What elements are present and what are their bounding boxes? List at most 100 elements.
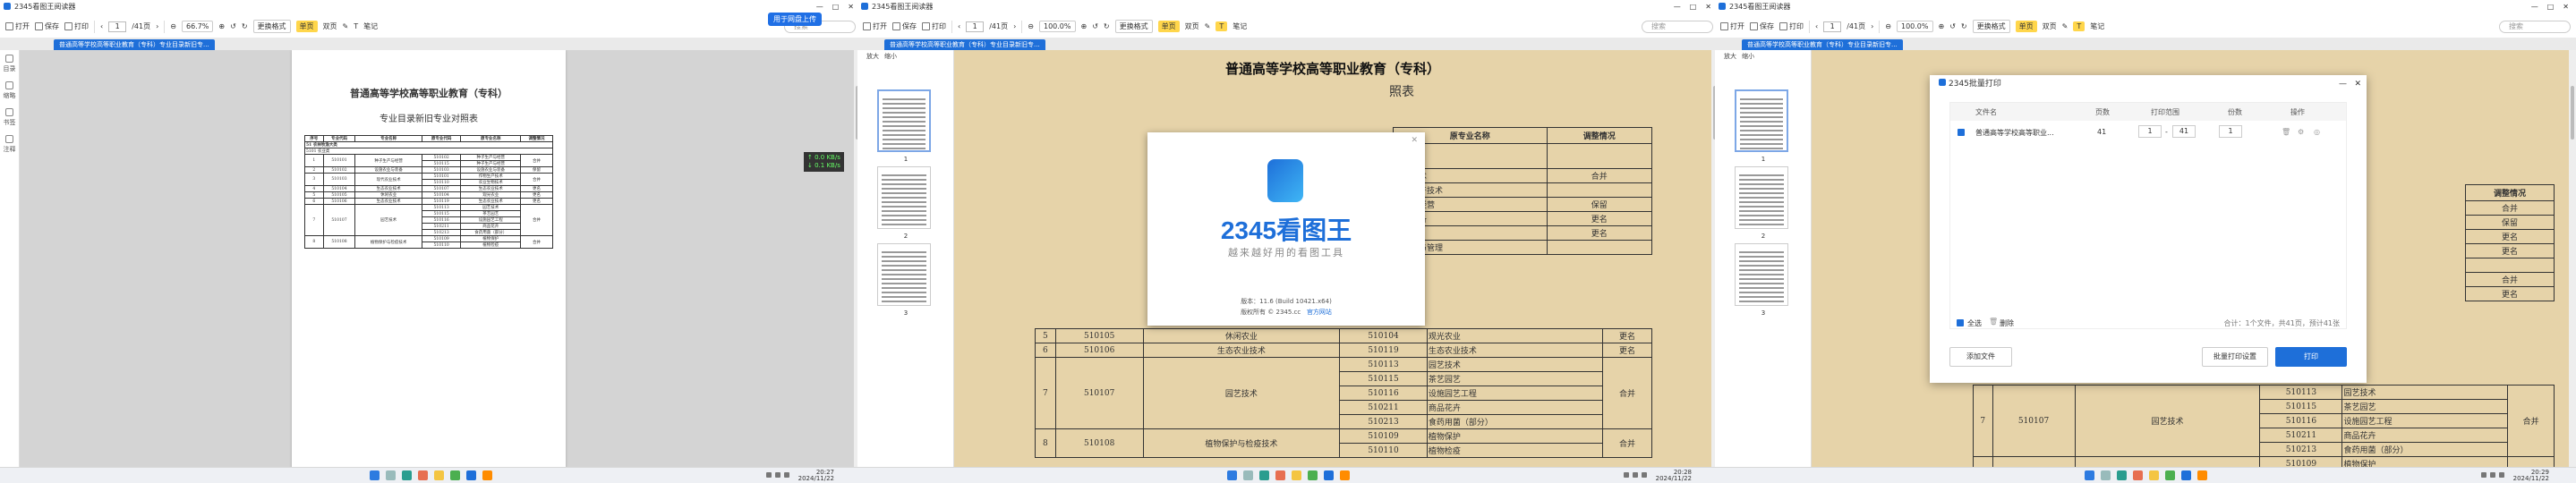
start-icon[interactable]: [1226, 470, 1237, 480]
tray-icon[interactable]: [784, 472, 789, 478]
thumbnail-page[interactable]: [877, 89, 931, 152]
file-checkbox[interactable]: [1958, 129, 1965, 136]
minimize-button[interactable]: —: [2531, 3, 2538, 11]
enlarge-button[interactable]: 放大: [866, 52, 879, 61]
app-icon[interactable]: [1323, 470, 1334, 480]
zoom-select[interactable]: 66.7%: [181, 21, 214, 32]
tray-icon[interactable]: [2499, 472, 2504, 478]
print-button[interactable]: 打印: [1779, 21, 1804, 31]
maximize-button[interactable]: □: [2547, 3, 2555, 11]
zoom-out-button[interactable]: ⊖: [1028, 22, 1034, 30]
highlight-pen-icon[interactable]: ✎: [1205, 22, 1211, 30]
zoom-out-button[interactable]: ⊖: [170, 22, 176, 30]
document-tab[interactable]: 普通高等学校高等职业教育（专科）专业目录新旧专...: [884, 39, 1045, 50]
rotate-left-icon[interactable]: ↺: [230, 22, 236, 30]
clock[interactable]: 20:29 2024/11/22: [2513, 470, 2549, 482]
app-icon[interactable]: [2196, 470, 2207, 480]
website-link[interactable]: 官方网站: [1307, 309, 1332, 316]
folder-icon[interactable]: [433, 470, 444, 480]
maximize-button[interactable]: □: [1690, 3, 1697, 11]
prev-page-button[interactable]: ‹: [100, 22, 103, 30]
save-button[interactable]: 保存: [35, 21, 59, 31]
trash-icon[interactable]: 🗑: [2282, 128, 2290, 136]
text-tool-icon[interactable]: T: [1215, 21, 1228, 31]
rotate-right-icon[interactable]: ↻: [1104, 22, 1110, 30]
open-button[interactable]: 打开: [863, 21, 887, 31]
tray-icon[interactable]: [1642, 472, 1647, 478]
tray-icon[interactable]: [775, 472, 780, 478]
page-input[interactable]: 1: [1823, 21, 1842, 32]
trash-icon[interactable]: 🗑: [1989, 318, 1998, 326]
rotate-left-icon[interactable]: ↺: [1092, 22, 1098, 30]
next-page-button[interactable]: ›: [1871, 22, 1873, 30]
rotate-right-icon[interactable]: ↻: [1961, 22, 1967, 30]
double-page-button[interactable]: 双页: [2043, 21, 2057, 31]
app-icon[interactable]: [449, 470, 460, 480]
tray-icon[interactable]: [2481, 472, 2486, 478]
note-button[interactable]: 笔记: [363, 21, 378, 31]
upload-button[interactable]: 用于网盘上传: [768, 13, 822, 26]
start-icon[interactable]: [2084, 470, 2094, 480]
prev-page-button[interactable]: ‹: [958, 22, 960, 30]
zoom-select[interactable]: 100.0%: [1038, 21, 1076, 32]
edge-icon[interactable]: [2116, 470, 2127, 480]
search-icon[interactable]: [1242, 470, 1253, 480]
page-input[interactable]: 1: [966, 21, 985, 32]
batch-settings-button[interactable]: 批量打印设置: [2202, 347, 2268, 367]
note-button[interactable]: 笔记: [1233, 21, 1247, 31]
open-button[interactable]: 打开: [5, 21, 30, 31]
next-page-button[interactable]: ›: [156, 22, 158, 30]
print-confirm-button[interactable]: 打印: [2275, 347, 2347, 367]
close-button[interactable]: ✕: [1705, 3, 1711, 11]
chrome-icon[interactable]: [417, 470, 428, 480]
highlight-pen-icon[interactable]: ✎: [343, 22, 349, 30]
minimize-button[interactable]: —: [2339, 75, 2347, 93]
preview-icon[interactable]: ◎: [2314, 128, 2320, 136]
settings-icon[interactable]: ⚙: [2298, 128, 2304, 136]
sidebar-item-toc[interactable]: 目录: [0, 50, 19, 77]
edge-icon[interactable]: [1258, 470, 1269, 480]
clock[interactable]: 20:27 2024/11/22: [798, 470, 834, 482]
edge-icon[interactable]: [401, 470, 412, 480]
app-icon[interactable]: [2180, 470, 2191, 480]
app-icon[interactable]: [1307, 470, 1318, 480]
document-tab[interactable]: 普通高等学校高等职业教育（专科）专业目录新旧专...: [54, 39, 215, 50]
rotate-right-icon[interactable]: ↻: [242, 22, 248, 30]
zoom-select[interactable]: 100.0%: [1896, 21, 1933, 32]
save-button[interactable]: 保存: [1750, 21, 1774, 31]
close-icon[interactable]: ✕: [1411, 136, 1418, 145]
scroll-thumb[interactable]: [2571, 86, 2574, 140]
delete-label[interactable]: 删除: [2000, 318, 2014, 328]
tray-icon[interactable]: [1633, 472, 1638, 478]
app-icon[interactable]: [2164, 470, 2175, 480]
thumbnail-page[interactable]: [1735, 89, 1788, 152]
zoom-in-button[interactable]: ⊕: [218, 22, 225, 30]
text-tool-icon[interactable]: T: [2073, 21, 2086, 31]
thumbnail-page[interactable]: [877, 243, 931, 306]
copies-input[interactable]: 1: [2219, 125, 2242, 138]
close-button[interactable]: ✕: [2563, 3, 2569, 11]
more-tools-dropdown[interactable]: 更换格式: [252, 20, 291, 33]
thumbnail-page[interactable]: [877, 166, 931, 229]
enlarge-button[interactable]: 放大: [1724, 52, 1736, 61]
page-input[interactable]: 1: [108, 21, 127, 32]
range-to-input[interactable]: 41: [2172, 125, 2196, 138]
zoom-out-button[interactable]: ⊖: [1885, 22, 1891, 30]
search-icon[interactable]: [385, 470, 396, 480]
maximize-button[interactable]: □: [832, 3, 840, 11]
minimize-button[interactable]: —: [816, 3, 823, 11]
print-button[interactable]: 打印: [922, 21, 946, 31]
tray-icon[interactable]: [766, 472, 772, 478]
minimize-button[interactable]: —: [1674, 3, 1681, 11]
zoom-in-button[interactable]: ⊕: [1081, 22, 1088, 30]
app-icon[interactable]: [465, 470, 476, 480]
folder-icon[interactable]: [1291, 470, 1301, 480]
tray-icon[interactable]: [2490, 472, 2495, 478]
single-page-button[interactable]: 单页: [2015, 21, 2037, 32]
vertical-scrollbar[interactable]: [2569, 50, 2576, 467]
sidebar-item-notes[interactable]: 注释: [0, 131, 19, 157]
shrink-button[interactable]: 缩小: [884, 52, 897, 61]
zoom-in-button[interactable]: ⊕: [1939, 22, 1945, 30]
close-button[interactable]: ✕: [2354, 75, 2361, 93]
next-page-button[interactable]: ›: [1013, 22, 1016, 30]
